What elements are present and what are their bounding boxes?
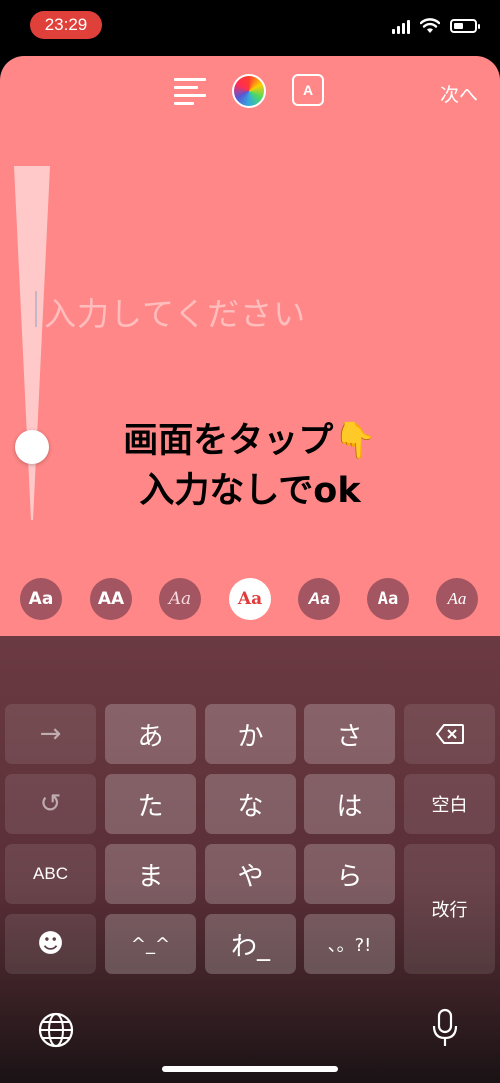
instruction-caption: 画面をタップ👇 入力なしでok [0, 416, 500, 516]
text-input-placeholder[interactable]: 入力してください [44, 289, 306, 335]
instruction-line-2: 入力なしでok [139, 471, 361, 511]
color-wheel-icon[interactable] [232, 74, 266, 108]
font-style-picker: Aa AA Aa Aa Aa Aa Aa [0, 578, 500, 622]
text-effect-label: A [302, 82, 314, 98]
font-style-classic[interactable]: Aa [20, 578, 62, 620]
text-effect-icon[interactable]: A [292, 74, 324, 106]
backspace-icon[interactable] [404, 704, 495, 764]
space-key[interactable]: 空白 [404, 774, 495, 834]
instruction-line-1: 画面をタップ👇 [123, 421, 377, 461]
battery-icon [450, 19, 480, 33]
font-style-script[interactable]: Aa [159, 578, 201, 620]
cellular-signal-icon [392, 20, 412, 34]
japanese-kana-keyboard: → あ か さ ↺ た な は 空白 ABC ま や ら 改行 ☻ ^_^ わ_… [0, 636, 500, 1083]
key-ha[interactable]: は [304, 774, 395, 834]
font-style-selected[interactable]: Aa [229, 578, 271, 620]
key-punctuation[interactable]: 、。?! [304, 914, 395, 974]
font-style-bold-italic[interactable]: Aa [298, 578, 340, 620]
key-a[interactable]: あ [105, 704, 196, 764]
key-ma[interactable]: ま [105, 844, 196, 904]
undo-key[interactable]: ↺ [5, 774, 96, 834]
key-ta[interactable]: た [105, 774, 196, 834]
key-ra[interactable]: ら [304, 844, 395, 904]
font-style-serif-italic[interactable]: Aa [436, 578, 478, 620]
text-cursor [35, 291, 37, 327]
status-time: 23:29 [30, 11, 102, 39]
font-style-typewriter[interactable]: Aa [367, 578, 409, 620]
key-emoticon[interactable]: ^_^ [105, 914, 196, 974]
status-bar: 23:29 [0, 0, 500, 56]
next-button[interactable]: 次へ [440, 80, 478, 107]
key-sa[interactable]: さ [304, 704, 395, 764]
wifi-icon [420, 18, 440, 33]
return-key[interactable]: 改行 [404, 844, 495, 974]
story-text-editor[interactable]: A 次へ 入力してください 画面をタップ👇 入力なしでok Aa AA Aa A… [0, 56, 500, 636]
cursor-right-key[interactable]: → [5, 704, 96, 764]
emoji-key[interactable]: ☻ [5, 914, 96, 974]
home-indicator[interactable] [162, 1066, 338, 1072]
battery-level [454, 23, 463, 29]
microphone-icon[interactable] [430, 1008, 460, 1050]
text-align-left-icon[interactable] [174, 76, 206, 106]
backspace-glyph [435, 724, 464, 744]
key-ka[interactable]: か [205, 704, 296, 764]
key-ya[interactable]: や [205, 844, 296, 904]
key-na[interactable]: な [205, 774, 296, 834]
font-style-strong-caps[interactable]: AA [90, 578, 132, 620]
abc-mode-key[interactable]: ABC [5, 844, 96, 904]
globe-icon[interactable] [38, 1012, 74, 1048]
key-wa[interactable]: わ_ [205, 914, 296, 974]
